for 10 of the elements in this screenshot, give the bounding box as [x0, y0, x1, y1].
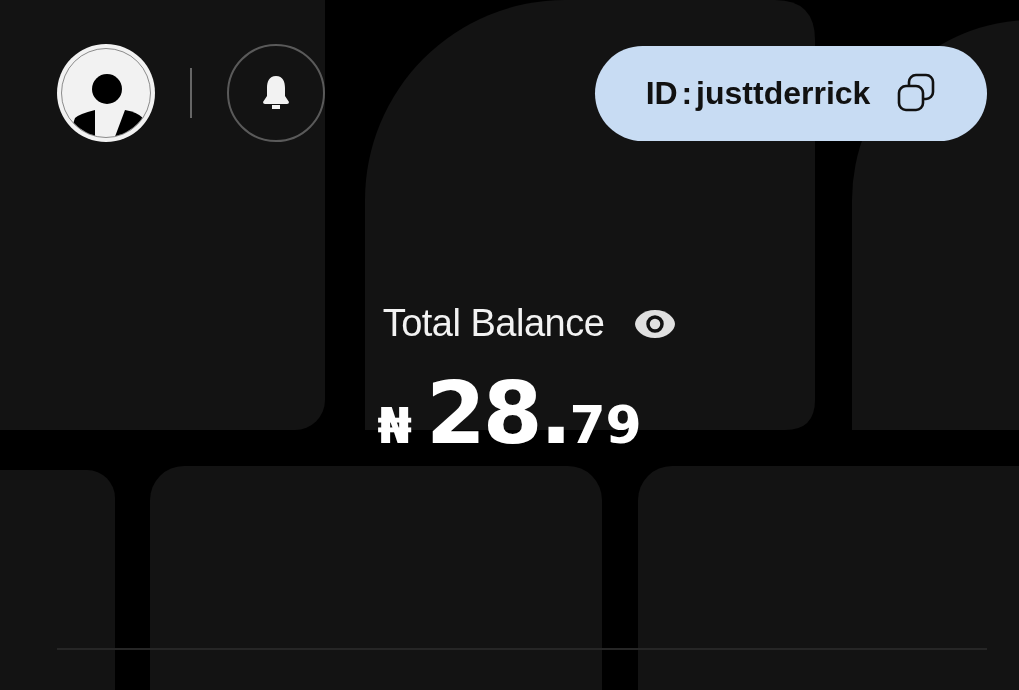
eye-icon[interactable] — [634, 307, 677, 340]
notification-button[interactable] — [227, 44, 325, 142]
bell-icon — [261, 74, 291, 112]
avatar-icon[interactable] — [57, 44, 155, 142]
balance-label: Total Balance — [382, 302, 605, 345]
copy-id-button[interactable]: ID : justtderrick — [595, 45, 987, 141]
balance-decimals: 79 — [569, 395, 642, 455]
copy-icon — [896, 73, 937, 113]
balance-amount: 28. — [426, 363, 570, 463]
currency-symbol: ₦ — [377, 397, 413, 455]
